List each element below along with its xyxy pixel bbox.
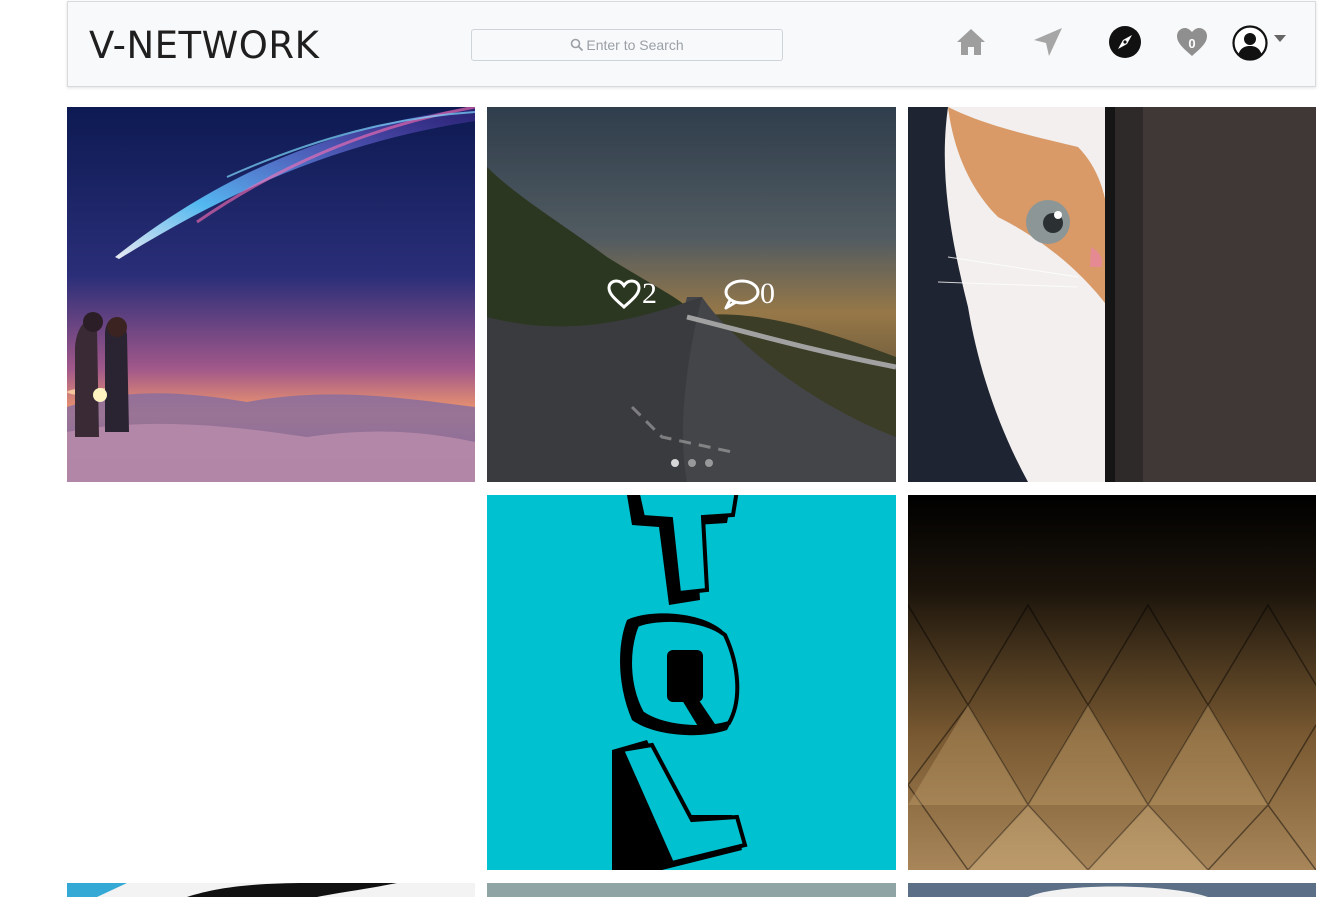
- search-icon: [571, 38, 584, 52]
- heart-icon[interactable]: 0: [1174, 24, 1210, 60]
- post-image: [67, 883, 475, 897]
- post-image: [67, 107, 475, 482]
- brand-logo[interactable]: V-NETWORK: [89, 24, 319, 68]
- carousel-dot[interactable]: [687, 459, 696, 467]
- post-image: [908, 883, 1316, 897]
- post-thumbnail[interactable]: [67, 883, 475, 897]
- post-thumbnail[interactable]: [487, 495, 896, 870]
- heart-outline-icon: [607, 279, 641, 310]
- post-thumbnail[interactable]: [487, 883, 896, 897]
- post-thumbnail[interactable]: [67, 107, 475, 482]
- avatar-icon[interactable]: [1231, 24, 1269, 62]
- home-icon[interactable]: [953, 24, 989, 60]
- search-input[interactable]: Enter to Search: [471, 29, 783, 61]
- top-navbar: V-NETWORK Enter to Search 0: [67, 1, 1316, 87]
- carousel-dot[interactable]: [670, 459, 679, 467]
- caret-down-icon[interactable]: [1273, 33, 1287, 43]
- likes-count: 2: [642, 277, 657, 310]
- compass-icon[interactable]: [1107, 24, 1143, 60]
- hover-overlay: [487, 107, 896, 482]
- search-placeholder: Enter to Search: [586, 37, 684, 53]
- likes-stat: 2: [606, 277, 657, 311]
- post-image: [908, 107, 1316, 482]
- comments-stat: 0: [722, 277, 775, 311]
- carousel-indicator: [487, 459, 896, 467]
- post-image: [487, 883, 896, 897]
- post-image: [487, 495, 896, 870]
- post-image: [908, 495, 1316, 870]
- notification-count: 0: [1188, 35, 1196, 51]
- post-thumbnail[interactable]: [908, 495, 1316, 870]
- post-thumbnail[interactable]: [908, 107, 1316, 482]
- carousel-dot[interactable]: [704, 459, 713, 467]
- send-icon[interactable]: [1030, 24, 1066, 60]
- comments-count: 0: [760, 277, 775, 310]
- comment-icon: [724, 279, 760, 310]
- post-thumbnail[interactable]: [908, 883, 1316, 897]
- post-thumbnail-hovered[interactable]: 2 0: [487, 107, 896, 482]
